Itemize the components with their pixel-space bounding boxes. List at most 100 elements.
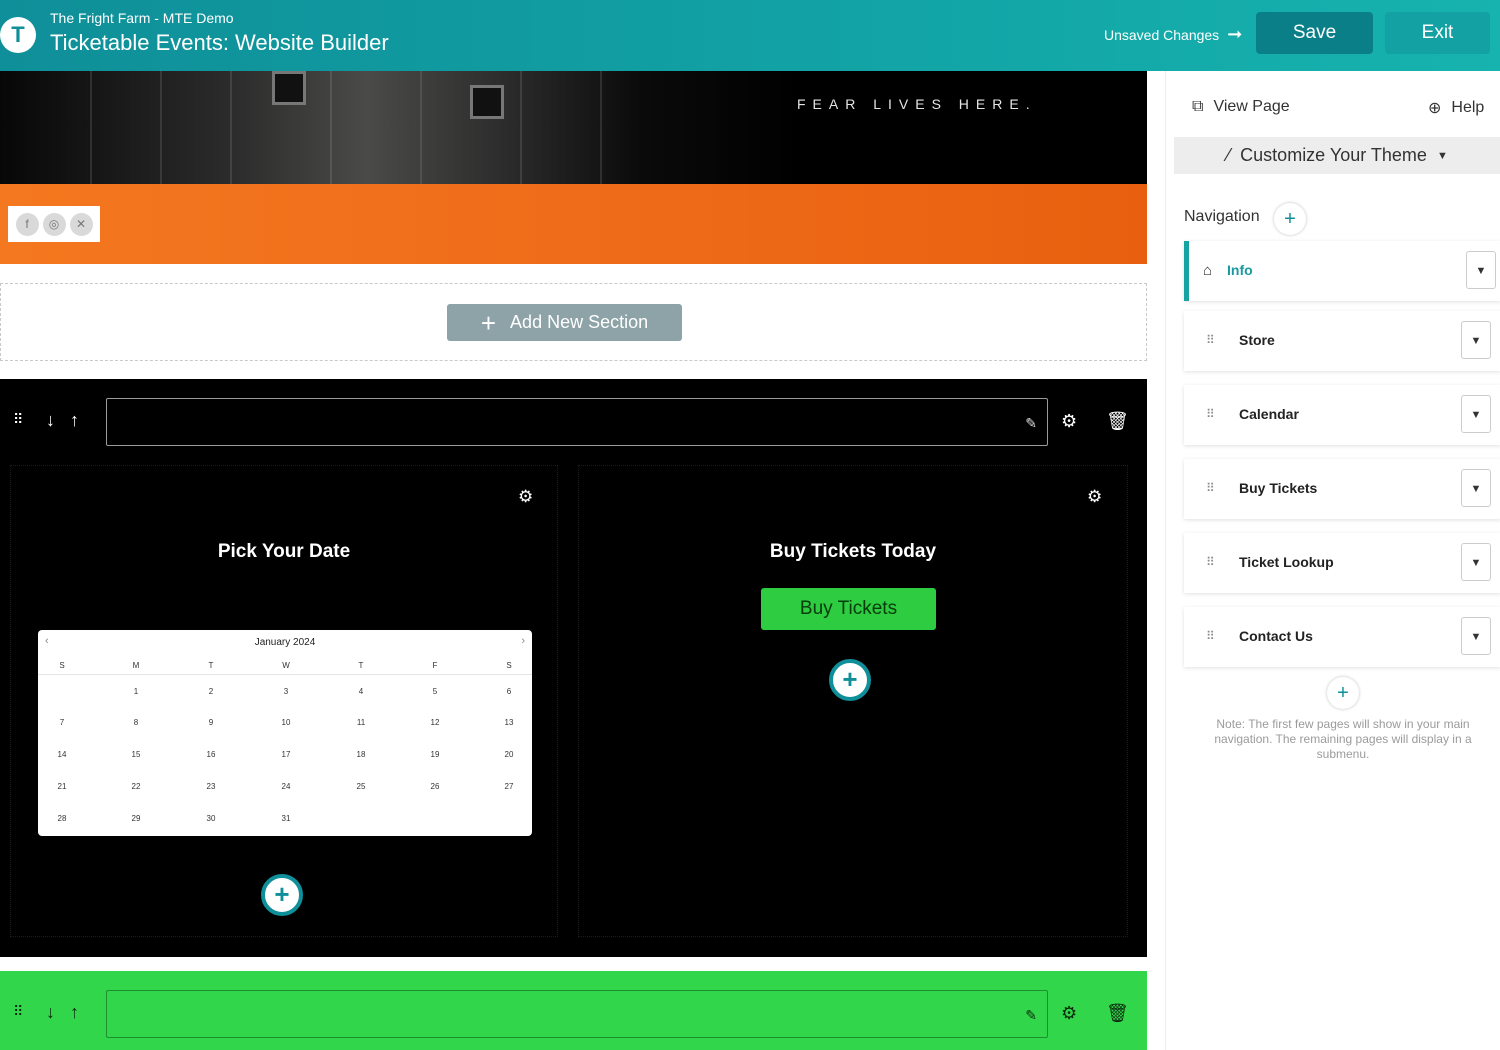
exit-button[interactable]: Exit [1385,12,1490,54]
calendar-day[interactable]: 25 [341,782,381,791]
calendar-day[interactable]: 8 [116,718,156,727]
unsaved-changes-label: Unsaved Changes [1104,26,1220,43]
nav-item-contact-us[interactable]: ⠿ Contact Us ▼ [1184,607,1500,667]
weekday-label: W [282,661,290,670]
drag-handle-icon[interactable]: ⠿ [13,411,23,428]
edit-icon[interactable]: ✎ [1025,415,1037,432]
barn-plank [330,71,332,184]
view-page-link[interactable]: ⧉ View Page [1192,98,1290,116]
calendar-day[interactable]: 27 [489,782,529,791]
customize-theme-dropdown[interactable]: ⁄ Customize Your Theme ▼ [1174,137,1500,174]
nav-item-label: Ticket Lookup [1239,554,1334,570]
calendar-day[interactable]: 17 [266,750,306,759]
calendar-day[interactable]: 23 [191,782,231,791]
content-section: ⠿ ↓ ↑ ✎ ⚙ 🗑 ⚙ Pick Your Date ‹ January 2… [0,379,1147,957]
add-block-button[interactable]: + [261,874,303,916]
gear-icon[interactable]: ⚙ [518,487,533,507]
drag-handle-icon[interactable]: ⠿ [13,1003,23,1020]
calendar-day[interactable]: 10 [266,718,306,727]
drag-handle-icon[interactable]: ⠿ [1206,629,1215,643]
help-link[interactable]: ⊕ Help [1428,98,1484,118]
caret-down-icon[interactable]: ▼ [1466,251,1496,289]
calendar-day[interactable]: 15 [116,750,156,759]
move-down-icon[interactable]: ↓ [46,410,55,431]
gear-icon[interactable]: ⚙ [1087,487,1102,507]
caret-down-icon: ▼ [1436,149,1448,162]
calendar-day[interactable]: 14 [42,750,82,759]
calendar-day[interactable]: 3 [266,687,306,696]
add-new-section-button[interactable]: + Add New Section [447,304,682,341]
column-left: ⚙ Pick Your Date ‹ January 2024 › S M T … [10,465,558,937]
move-up-icon[interactable]: ↑ [70,1002,79,1023]
add-nav-item-button[interactable]: + [1327,677,1359,709]
page-canvas: FEAR LIVES HERE. f ◎ ✕ + Add New Section… [0,71,1147,1050]
add-block-button[interactable]: + [829,659,871,701]
drag-handle-icon[interactable]: ⠿ [1206,333,1215,347]
nav-item-ticket-lookup[interactable]: ⠿ Ticket Lookup ▼ [1184,533,1500,593]
nav-item-store[interactable]: ⠿ Store ▼ [1184,311,1500,371]
caret-down-icon[interactable]: ▼ [1461,543,1491,581]
calendar-day[interactable]: 18 [341,750,381,759]
nav-item-info[interactable]: ⌂ Info ▼ [1184,241,1500,301]
move-down-icon[interactable]: ↓ [46,1002,55,1023]
calendar-day[interactable]: 26 [415,782,455,791]
calendar-day[interactable]: 9 [191,718,231,727]
calendar-day[interactable]: 29 [116,814,156,823]
gear-icon[interactable]: ⚙ [1061,1003,1077,1024]
drag-handle-icon[interactable]: ⠿ [1206,555,1215,569]
nav-item-label: Buy Tickets [1239,480,1318,496]
section-title-input[interactable]: ✎ [106,990,1048,1038]
section-title-input[interactable]: ✎ [106,398,1048,446]
caret-down-icon[interactable]: ▼ [1461,395,1491,433]
add-nav-item-button[interactable]: + [1274,203,1306,235]
weekday-label: S [506,661,512,670]
hero-banner: FEAR LIVES HERE. [0,71,1147,184]
barn-plank [600,71,602,184]
calendar-day[interactable]: 20 [489,750,529,759]
x-twitter-icon[interactable]: ✕ [69,212,93,236]
gear-icon[interactable]: ⚙ [1061,411,1077,432]
calendar-day[interactable]: 2 [191,687,231,696]
caret-down-icon[interactable]: ▼ [1461,321,1491,359]
calendar-day[interactable]: 11 [341,718,381,727]
save-button[interactable]: Save [1256,12,1373,54]
nav-item-buy-tickets[interactable]: ⠿ Buy Tickets ▼ [1184,459,1500,519]
nav-item-label: Store [1239,332,1275,348]
column-title: Pick Your Date [217,541,351,562]
calendar-day[interactable]: 7 [42,718,82,727]
nav-item-calendar[interactable]: ⠿ Calendar ▼ [1184,385,1500,445]
move-up-icon[interactable]: ↑ [70,410,79,431]
add-section-dropzone: + Add New Section [0,283,1147,361]
calendar-day[interactable]: 21 [42,782,82,791]
calendar-day[interactable]: 24 [266,782,306,791]
calendar-day[interactable]: 12 [415,718,455,727]
trash-icon[interactable]: 🗑 [1106,1003,1129,1024]
weekday-label: T [208,661,214,670]
calendar-day[interactable]: 16 [191,750,231,759]
lifebuoy-icon: ⊕ [1428,100,1442,117]
calendar-day[interactable]: 30 [191,814,231,823]
calendar-day[interactable]: 1 [116,687,156,696]
buy-tickets-button[interactable]: Buy Tickets [761,588,936,630]
nav-item-label: Calendar [1239,406,1299,422]
trash-icon[interactable]: 🗑 [1106,411,1129,432]
calendar-day[interactable]: 4 [341,687,381,696]
drag-handle-icon[interactable]: ⠿ [1206,407,1215,421]
calendar-day[interactable]: 22 [116,782,156,791]
calendar-day[interactable]: 13 [489,718,529,727]
nav-item-label: Info [1227,262,1253,278]
calendar-day[interactable]: 5 [415,687,455,696]
drag-handle-icon[interactable]: ⠿ [1206,481,1215,495]
chevron-right-icon[interactable]: › [521,635,525,647]
calendar-day[interactable]: 6 [489,687,529,696]
calendar-day[interactable]: 31 [266,814,306,823]
barn-plank [90,71,92,184]
caret-down-icon[interactable]: ▼ [1461,469,1491,507]
caret-down-icon[interactable]: ▼ [1461,617,1491,655]
calendar-widget[interactable]: ‹ January 2024 › S M T W T F S 123456789… [38,630,532,836]
facebook-icon[interactable]: f [15,212,39,236]
calendar-day[interactable]: 19 [415,750,455,759]
calendar-day[interactable]: 28 [42,814,82,823]
instagram-icon[interactable]: ◎ [42,212,66,236]
edit-icon[interactable]: ✎ [1025,1007,1037,1024]
